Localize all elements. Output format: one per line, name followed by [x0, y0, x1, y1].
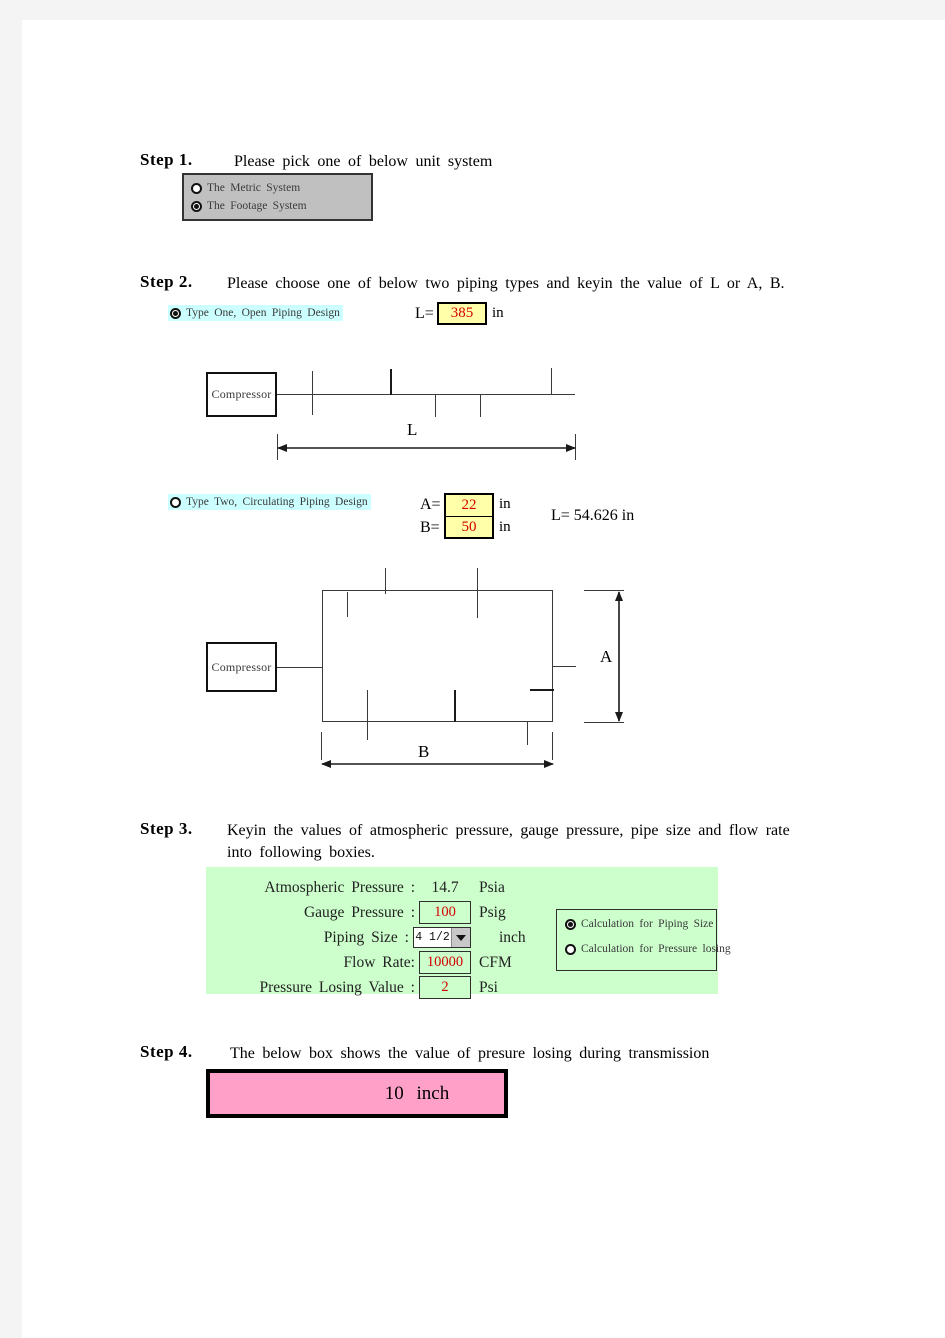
pipe-branch-tick — [347, 592, 348, 617]
input-parameters-panel: Atmospheric Pressure : 14.7 Gauge Pressu… — [206, 867, 731, 999]
field-piping-size: Piping Size : 4 1/2 — [206, 925, 471, 950]
step-4-text: The below box shows the value of presure… — [230, 1045, 710, 1062]
result-value: 10 — [384, 1082, 404, 1104]
dimension-label-l: L — [407, 420, 418, 439]
result-value-group: 10 inch — [265, 1083, 449, 1105]
calculation-mode-panel: Calculation for Piping Size Calculation … — [556, 909, 731, 971]
step-2-text: Please choose one of below two piping ty… — [227, 275, 785, 292]
calc-mode-piping-size[interactable]: Calculation for Piping Size — [565, 918, 713, 930]
field-pressure-losing-label: Pressure Losing Value : — [259, 978, 415, 996]
radio-icon-calc-pressure-losing[interactable] — [565, 943, 576, 955]
compressor-box-one: Compressor — [206, 372, 277, 417]
radio-icon-footage[interactable] — [191, 201, 202, 212]
field-atmospheric-pressure-value: 14.7 — [431, 878, 459, 896]
dimension-inputs-group: 22 50 — [444, 493, 494, 539]
field-flow-rate: Flow Rate: 10000 — [206, 950, 471, 975]
piping-type-two-label: Type Two, Circulating Piping Design — [186, 496, 368, 508]
pipe-branch-tick — [385, 568, 386, 594]
radio-icon-calc-piping-size[interactable] — [565, 918, 576, 930]
pipe-branch-tick — [477, 568, 478, 618]
dimension-b-unit: in — [499, 519, 511, 535]
pipe-main-line-one — [277, 394, 575, 395]
length-unit: in — [492, 305, 504, 321]
step-3-label: Step 3. — [140, 819, 193, 838]
result-unit: inch — [416, 1082, 450, 1104]
unit-option-metric-label: The Metric System — [207, 182, 301, 194]
pipe-branch-tick — [390, 369, 392, 395]
step-1-text: Please pick one of below unit system — [234, 153, 493, 170]
pipe-branch-tick — [530, 689, 554, 691]
gauge-pressure-input[interactable]: 100 — [419, 901, 471, 924]
radio-icon-type-two[interactable] — [170, 496, 181, 508]
pipe-branch-tick — [527, 721, 528, 745]
dimension-arrow-l — [277, 444, 576, 452]
calc-mode-pressure-losing[interactable]: Calculation for Pressure losing — [565, 943, 731, 955]
piping-type-one-option[interactable]: Type One, Open Piping Design — [168, 305, 343, 321]
dimension-b-input[interactable]: 50 — [446, 517, 492, 537]
length-input[interactable]: 385 — [437, 302, 487, 325]
pipe-branch-tick — [553, 666, 576, 667]
compressor-box-two: Compressor — [206, 642, 277, 692]
length-input-label: L= — [415, 305, 434, 322]
dimension-label-a: A — [600, 647, 613, 666]
document-page: Step 1. Please pick one of below unit sy… — [22, 20, 945, 1338]
field-pressure-losing: Pressure Losing Value : 2 — [206, 975, 471, 1000]
field-flow-rate-label: Flow Rate: — [343, 953, 415, 971]
dimension-a-unit: in — [499, 496, 511, 512]
unit-option-metric[interactable]: The Metric System — [191, 181, 363, 196]
piping-type-one-label: Type One, Open Piping Design — [186, 307, 340, 319]
chevron-down-icon[interactable] — [451, 928, 470, 947]
piping-type-two-option[interactable]: Type Two, Circulating Piping Design — [168, 494, 371, 510]
pipe-branch-tick — [454, 690, 456, 722]
step-1-label: Step 1. — [140, 150, 193, 169]
unit-pressure-losing: Psi — [479, 978, 498, 996]
step-3-text-line2: into following boxies. — [227, 844, 375, 861]
extension-line — [321, 732, 322, 760]
piping-size-select[interactable]: 4 1/2 — [413, 927, 471, 948]
pipe-branch-tick — [367, 690, 368, 740]
radio-icon-metric[interactable] — [191, 183, 202, 194]
compressor-connector — [277, 667, 322, 668]
flow-rate-input[interactable]: 10000 — [419, 951, 471, 974]
piping-size-select-value: 4 1/2 — [414, 928, 451, 947]
computed-length-result: L= 54.626 in — [551, 507, 635, 524]
unit-flow-rate: CFM — [479, 953, 512, 971]
pipe-branch-tick — [312, 371, 313, 415]
dimension-a-label: A= — [420, 496, 441, 513]
piping-loop-rect — [322, 590, 553, 722]
dimension-arrow-b — [321, 760, 554, 768]
field-atmospheric-pressure: Atmospheric Pressure : 14.7 — [206, 875, 471, 900]
unit-option-footage[interactable]: The Footage System — [191, 199, 363, 214]
field-gauge-pressure: Gauge Pressure : 100 — [206, 900, 471, 925]
radio-icon-type-one[interactable] — [170, 307, 181, 319]
dimension-a-input[interactable]: 22 — [446, 495, 492, 516]
step-2-label: Step 2. — [140, 272, 193, 291]
extension-line — [552, 732, 553, 760]
step-4-label: Step 4. — [140, 1042, 193, 1061]
unit-option-footage-label: The Footage System — [207, 200, 307, 212]
pipe-branch-tick — [480, 394, 481, 417]
step-3-text-line1: Keyin the values of atmospheric pressure… — [227, 822, 790, 839]
field-gauge-pressure-label: Gauge Pressure : — [303, 903, 415, 921]
pipe-branch-tick — [435, 394, 436, 417]
unit-gauge-pressure: Psig — [479, 903, 506, 921]
unit-atmospheric-pressure: Psia — [479, 878, 505, 896]
pressure-losing-input[interactable]: 2 — [419, 976, 471, 999]
field-atmospheric-pressure-label: Atmospheric Pressure : — [264, 878, 415, 896]
calc-mode-pressure-losing-label: Calculation for Pressure losing — [581, 943, 731, 955]
dimension-arrow-a — [615, 591, 623, 722]
dimension-b-label: B= — [420, 519, 440, 536]
pipe-branch-tick — [551, 368, 552, 395]
calc-mode-piping-size-label: Calculation for Piping Size — [581, 918, 714, 930]
unit-system-panel: The Metric System The Footage System — [182, 173, 373, 221]
result-box: 10 inch — [206, 1069, 508, 1118]
field-piping-size-label: Piping Size : — [323, 928, 409, 946]
unit-piping-size: inch — [499, 928, 526, 946]
